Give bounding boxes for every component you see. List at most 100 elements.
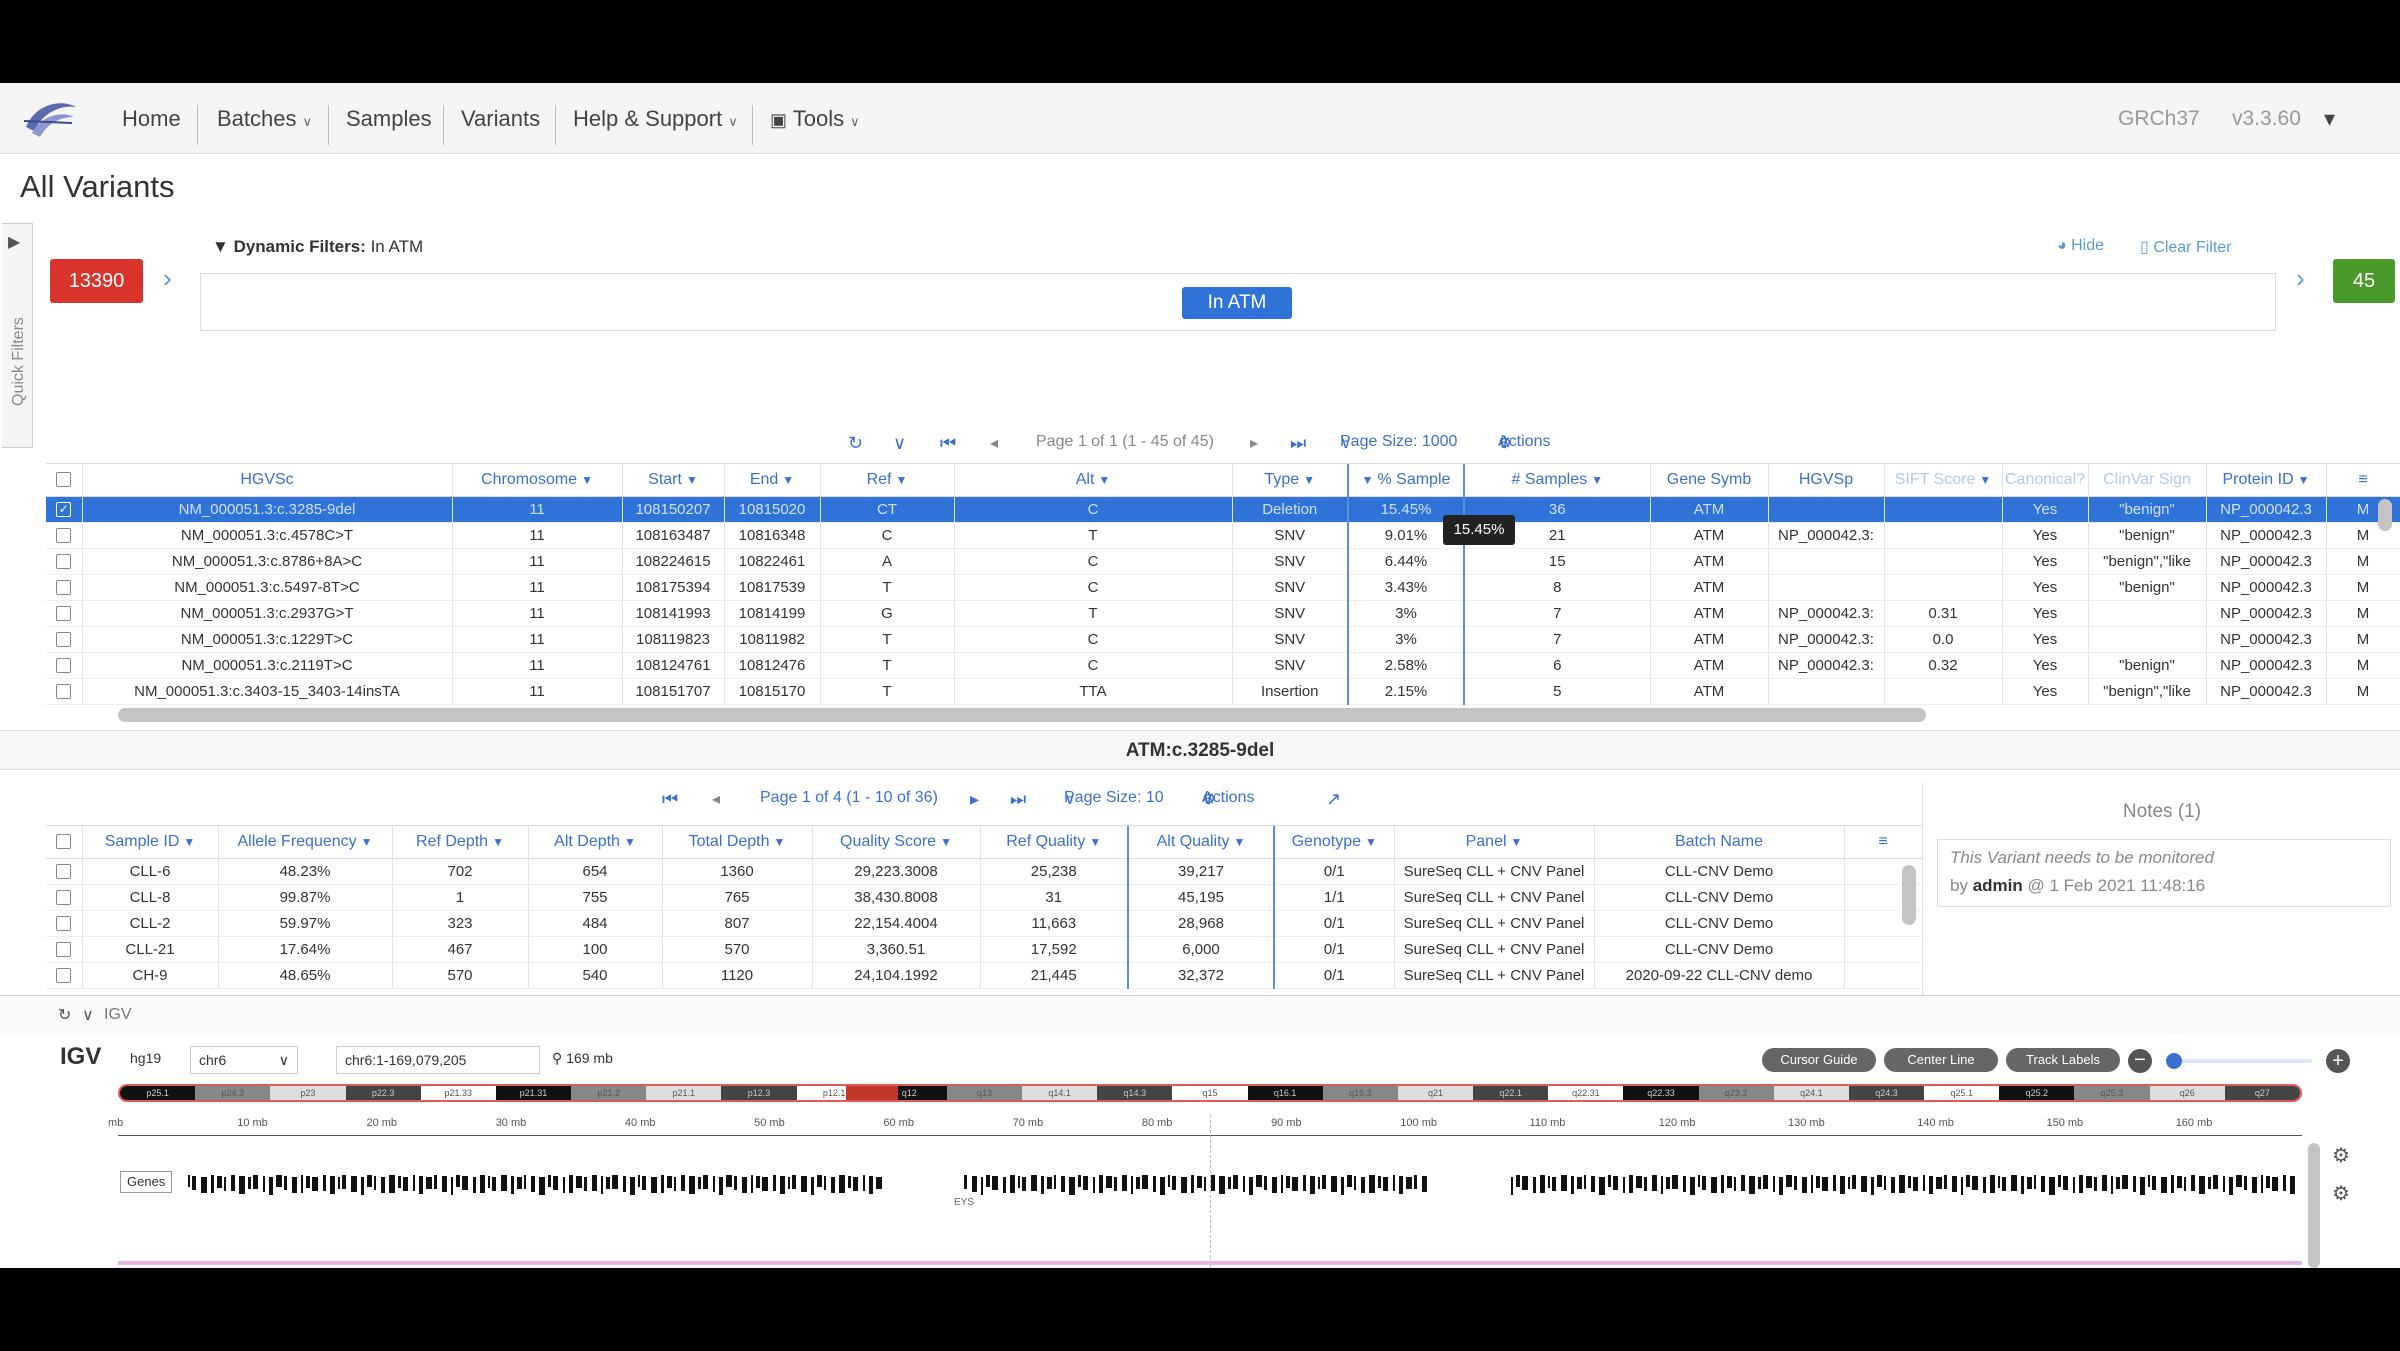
col-header-total-depth[interactable]: Total Depth ▼ <box>662 826 813 858</box>
first-page-icon[interactable]: ⏮ <box>940 433 956 454</box>
col-header-allele-frequency[interactable]: Allele Frequency ▼ <box>218 826 393 858</box>
filter-chip-in-atm[interactable]: In ATM <box>1182 287 1292 319</box>
filter-icon[interactable]: ▼ <box>896 473 908 487</box>
nav-variants[interactable]: Variants <box>443 83 558 154</box>
row-checkbox[interactable] <box>46 522 83 549</box>
note-card[interactable]: This Variant needs to be monitored by ad… <box>1937 839 2391 907</box>
page-size-select[interactable]: Page Size: 1000 ∨ <box>1340 433 1457 453</box>
filter-icon[interactable]: ▼ <box>782 473 794 487</box>
col-header-alt[interactable]: Alt ▼ <box>954 464 1233 496</box>
quick-filters-tab[interactable]: ▶ Quick Filters <box>2 223 33 448</box>
next-page-icon[interactable]: ▸ <box>970 789 979 810</box>
row-checkbox[interactable] <box>46 600 83 627</box>
variant-row[interactable]: ✓ NM_000051.3:c.3285-9del 11 108150207 10815… <box>46 496 2400 523</box>
last-page-icon[interactable]: ⏭ <box>1290 433 1306 454</box>
app-logo-icon[interactable] <box>22 97 80 141</box>
variant-row[interactable]: NM_000051.3:c.8786+8A>C 11 108224615 108224… <box>46 548 2400 575</box>
col-header-clinvar[interactable]: ClinVar Sign <box>2088 464 2207 496</box>
export-icon[interactable]: ↗ <box>1326 789 1341 810</box>
col-header-batch-name[interactable]: Batch Name <box>1594 826 1845 858</box>
filter-icon[interactable]: ▼ <box>624 835 636 849</box>
first-page-icon[interactable]: ⏮ <box>662 789 678 810</box>
filter-icon[interactable]: ▼ <box>1591 473 1603 487</box>
col-header-overflow[interactable]: ≡ <box>1844 826 1922 858</box>
nav-home[interactable]: Home <box>104 83 199 154</box>
nav-tools[interactable]: ▣ Tools ∨ <box>752 83 878 154</box>
filter-icon[interactable]: ▼ <box>581 473 593 487</box>
zoom-in-icon[interactable]: + <box>2326 1049 2350 1073</box>
total-count-badge[interactable]: 13390 <box>50 259 143 303</box>
col-header-panel[interactable]: Panel ▼ <box>1394 826 1595 858</box>
filter-icon[interactable]: ▼ <box>1089 835 1101 849</box>
row-checkbox[interactable] <box>46 548 83 575</box>
vertical-scrollbar[interactable] <box>2378 499 2392 531</box>
filter-icon[interactable]: ▼ <box>940 835 952 849</box>
chevron-right-icon[interactable]: › <box>2296 263 2305 294</box>
row-checkbox[interactable] <box>46 910 83 937</box>
chromosome-ideogram[interactable]: p25.1 p24.3 p23 p22.3 p21.33 p21.31 p21.2 p21.1… <box>118 1084 2302 1102</box>
col-header-type[interactable]: Type ▼ <box>1232 464 1349 496</box>
gear-icon[interactable]: ⚙ <box>2332 1181 2350 1206</box>
gear-icon[interactable]: ⚙ <box>2332 1143 2350 1168</box>
col-header-alt-depth[interactable]: Alt Depth ▼ <box>528 826 663 858</box>
filter-icon[interactable]: ▼ <box>1234 835 1246 849</box>
refresh-icon[interactable]: ↻ <box>848 433 863 454</box>
row-checkbox[interactable] <box>46 936 83 963</box>
filtered-count-badge[interactable]: 45 <box>2333 259 2395 303</box>
locus-input[interactable]: chr6:1-169,079,205 <box>336 1046 540 1074</box>
refresh-icon[interactable]: ↻ <box>58 1005 71 1025</box>
select-all-checkbox[interactable] <box>46 464 83 496</box>
variant-row[interactable]: NM_000051.3:c.5497-8T>C 11 108175394 108175… <box>46 574 2400 601</box>
sample-row[interactable]: CLL-2 59.97% 323 484 807 22,154.4004 11,663 28,… <box>46 910 1922 937</box>
col-header-hgvsp[interactable]: HGVSp <box>1768 464 1885 496</box>
sample-row[interactable]: CLL-21 17.64% 467 100 570 3,360.51 17,592 6,000… <box>46 936 1922 963</box>
filter-icon[interactable]: ▼ <box>1303 473 1315 487</box>
row-checkbox[interactable] <box>46 574 83 601</box>
row-checkbox[interactable] <box>46 962 83 989</box>
col-header-ref-depth[interactable]: Ref Depth ▼ <box>392 826 529 858</box>
select-all-checkbox[interactable] <box>46 826 83 858</box>
filter-icon[interactable]: ▼ <box>1098 473 1110 487</box>
col-header-sample-id[interactable]: Sample ID ▼ <box>82 826 219 858</box>
col-header-ref[interactable]: Ref ▼ <box>820 464 955 496</box>
col-header-protein-id[interactable]: Protein ID ▼ <box>2206 464 2327 496</box>
nav-help-support[interactable]: Help & Support ∨ <box>555 83 756 154</box>
igv-section-header[interactable]: ↻ ∨ IGV <box>0 995 2400 1035</box>
next-page-icon[interactable]: ▸ <box>1250 433 1258 453</box>
filter-icon[interactable]: ▼ <box>2298 473 2310 487</box>
zoom-out-icon[interactable]: − <box>2128 1049 2152 1073</box>
variant-row[interactable]: NM_000051.3:c.2119T>C 11 108124761 10812476… <box>46 652 2400 679</box>
row-checkbox[interactable]: ✓ <box>46 496 83 523</box>
vertical-scrollbar[interactable] <box>1902 865 1916 925</box>
chevron-down-icon[interactable]: ∨ <box>82 1005 94 1025</box>
prev-page-icon[interactable]: ◂ <box>990 433 998 453</box>
variant-row[interactable]: NM_000051.3:c.4578C>T 11 108163487 10816348… <box>46 522 2400 549</box>
hide-filters-button[interactable]: ◕ Hide <box>2057 237 2104 255</box>
col-header-chromosome[interactable]: Chromosome ▼ <box>452 464 623 496</box>
actions-menu[interactable]: ⚙ Actions ∨ <box>1202 789 1254 809</box>
track-scrollbar[interactable] <box>2308 1143 2320 1268</box>
filter-icon[interactable]: ▼ <box>1979 473 1991 487</box>
col-header-num-samples[interactable]: # Samples ▼ <box>1464 464 1651 496</box>
filter-icon[interactable]: ▼ <box>492 835 504 849</box>
row-checkbox[interactable] <box>46 678 83 705</box>
center-line-button[interactable]: Center Line <box>1884 1048 1998 1072</box>
cursor-guide-button[interactable]: Cursor Guide <box>1762 1048 1876 1072</box>
filter-icon[interactable]: ▼ <box>774 835 786 849</box>
sample-row[interactable]: CLL-8 99.87% 1 755 765 38,430.8008 31 45,195 1/1… <box>46 884 1922 911</box>
col-header-canonical[interactable]: Canonical? <box>2002 464 2089 496</box>
variant-row[interactable]: NM_000051.3:c.2937G>T 11 108141993 10814199… <box>46 600 2400 627</box>
col-header-pct-sample[interactable]: ▼% Sample <box>1347 464 1465 496</box>
locus-search[interactable]: ⚲ 169 mb <box>552 1050 613 1067</box>
col-header-quality-score[interactable]: Quality Score ▼ <box>812 826 981 858</box>
col-header-alt-quality[interactable]: Alt Quality ▼ <box>1127 826 1275 858</box>
filter-icon[interactable]: ▼ <box>686 473 698 487</box>
col-header-start[interactable]: Start ▼ <box>622 464 725 496</box>
variant-row[interactable]: NM_000051.3:c.3403-15_3403-14insTA 11 1081… <box>46 678 2400 705</box>
filter-icon[interactable]: ▼ <box>361 835 373 849</box>
filter-icon[interactable]: ▼ <box>1365 835 1377 849</box>
column-menu-icon[interactable]: ≡ <box>2358 471 2367 488</box>
sample-row[interactable]: CH-9 48.65% 570 540 1120 24,104.1992 21,445 32,… <box>46 962 1922 989</box>
nav-samples[interactable]: Samples <box>328 83 450 154</box>
user-menu[interactable]: ▾ <box>2324 83 2335 154</box>
